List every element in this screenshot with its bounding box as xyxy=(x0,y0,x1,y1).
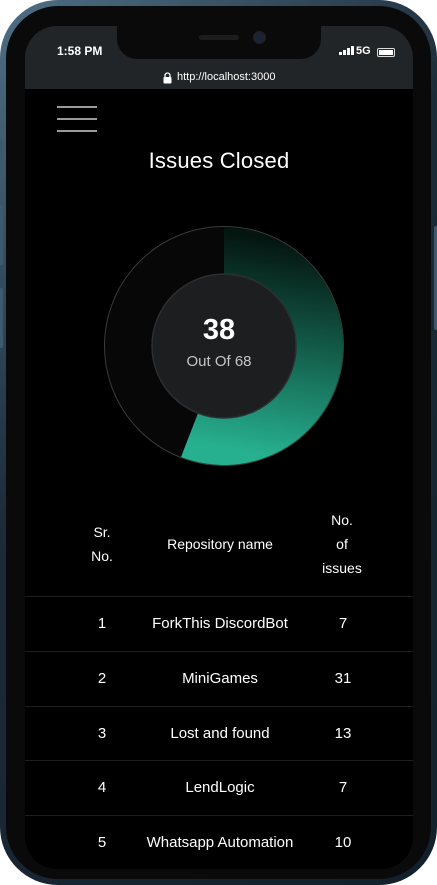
cell-repo-name: Lost and found xyxy=(170,725,270,742)
cell-issues: 7 xyxy=(338,615,348,632)
cell-repo-name: ForkThis DiscordBot xyxy=(152,615,288,632)
table-row: 3 Lost and found 13 xyxy=(25,706,413,762)
cell-sr: 4 xyxy=(97,779,107,796)
battery-icon xyxy=(377,48,395,57)
cell-sr: 5 xyxy=(97,834,107,851)
screen: 1:58 PM 5G http://localhost:3000 Issues … xyxy=(25,26,413,869)
side-button-left-2 xyxy=(0,205,3,265)
cell-issues: 7 xyxy=(338,779,348,796)
table-row: 2 MiniGames 31 xyxy=(25,651,413,707)
header-sr-line-2: No. xyxy=(91,548,113,564)
cell-sr: 3 xyxy=(97,725,107,742)
closed-total: Out Of 68 xyxy=(186,353,252,370)
speaker xyxy=(199,35,239,40)
header-issues-line-2: of xyxy=(336,536,348,552)
status-time: 1:58 PM xyxy=(57,44,103,58)
table-row: 4 LendLogic 7 xyxy=(25,760,413,816)
notch xyxy=(117,26,321,59)
status-bar: 1:58 PM 5G xyxy=(25,26,413,70)
cell-repo-name: MiniGames xyxy=(182,670,258,687)
cell-repo-name: Whatsapp Automation xyxy=(146,834,294,851)
phone-bezel: 1:58 PM 5G http://localhost:3000 Issues … xyxy=(6,6,431,879)
table-row: 1 ForkThis DiscordBot 7 xyxy=(25,596,413,652)
camera-icon xyxy=(253,31,266,44)
header-no-of-issues: No. of issues xyxy=(320,508,364,580)
closed-count: 38 xyxy=(202,314,236,346)
cell-sr: 2 xyxy=(97,670,107,687)
header-name-line: Repository name xyxy=(167,536,273,552)
cell-issues: 31 xyxy=(334,670,352,687)
cell-sr: 1 xyxy=(97,615,107,632)
cell-issues: 10 xyxy=(334,834,352,851)
table-row: 5 Whatsapp Automation 10 xyxy=(25,815,413,869)
network-type: 5G xyxy=(356,45,371,57)
page-title: Issues Closed xyxy=(148,148,290,173)
header-repository-name: Repository name xyxy=(140,532,300,556)
header-issues-line-1: No. xyxy=(331,512,353,528)
phone-frame: 1:58 PM 5G http://localhost:3000 Issues … xyxy=(0,0,437,885)
cell-issues: 13 xyxy=(334,725,352,742)
header-sr-line-1: Sr. xyxy=(93,524,111,540)
lock-icon xyxy=(163,72,172,84)
side-button-left-1 xyxy=(0,140,3,174)
address-bar[interactable]: http://localhost:3000 xyxy=(25,70,413,89)
url-text: http://localhost:3000 xyxy=(177,71,276,83)
side-button-left-3 xyxy=(0,288,3,348)
menu-icon[interactable] xyxy=(57,106,97,134)
header-sr-no: Sr. No. xyxy=(80,520,124,568)
cell-repo-name: LendLogic xyxy=(185,779,255,796)
header-issues-line-3: issues xyxy=(322,560,362,576)
